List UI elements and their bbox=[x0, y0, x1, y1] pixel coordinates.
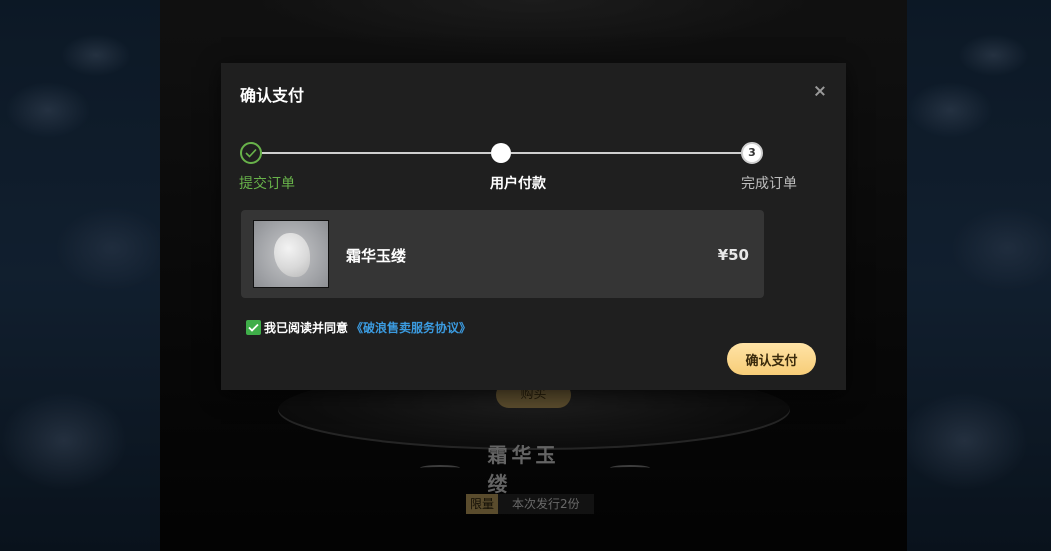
step-connector-1 bbox=[262, 152, 491, 154]
product-name: 霜华玉缕 bbox=[346, 247, 407, 265]
checkmark-icon bbox=[248, 323, 259, 332]
product-price: ¥50 bbox=[717, 246, 749, 264]
product-card: 霜华玉缕 ¥50 bbox=[241, 210, 764, 298]
payment-modal: 确认支付 3 提交订单 用户付款 完成订单 霜华玉缕 ¥50 我已阅读并同意 《… bbox=[221, 63, 846, 390]
confirm-payment-button[interactable]: 确认支付 bbox=[727, 343, 816, 375]
product-thumbnail bbox=[253, 220, 329, 288]
step-label-submit: 提交订单 bbox=[239, 176, 295, 192]
modal-title: 确认支付 bbox=[240, 86, 305, 105]
step-connector-2 bbox=[511, 152, 741, 154]
step-label-pay: 用户付款 bbox=[490, 176, 546, 192]
agreement-row: 我已阅读并同意 《破浪售卖服务协议》 bbox=[246, 319, 471, 336]
step-done-check-icon bbox=[240, 142, 262, 164]
close-icon[interactable] bbox=[812, 83, 828, 99]
agreement-text: 我已阅读并同意 bbox=[264, 321, 349, 335]
step-current-node bbox=[491, 143, 511, 163]
step-number-3: 3 bbox=[741, 142, 763, 164]
service-agreement-link[interactable]: 《破浪售卖服务协议》 bbox=[351, 319, 471, 336]
product-image-icon bbox=[274, 233, 310, 277]
agreement-checkbox[interactable] bbox=[246, 320, 261, 335]
step-label-complete: 完成订单 bbox=[741, 176, 797, 192]
